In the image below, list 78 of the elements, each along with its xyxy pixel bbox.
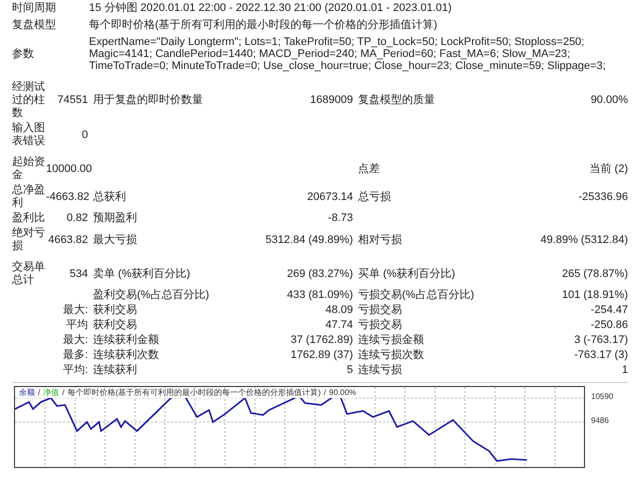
stat-value: 0: [82, 128, 88, 140]
stat-label: 连续获利金额: [93, 334, 159, 346]
field-label: 时间周期: [12, 2, 57, 14]
stat-value: 101 (18.91%): [562, 289, 628, 301]
stat-value: 10000.00: [46, 162, 92, 174]
stat-value: 265 (78.87%): [562, 268, 628, 280]
stat-label: 经测试过的柱数: [12, 81, 45, 119]
stat-value: 最大:: [62, 334, 88, 346]
stat-value: -254.47: [590, 304, 628, 316]
stat-value: 1689009: [310, 94, 353, 106]
field-value: ExpertName="Daily Longterm"; Lots=1; TakeProfit=50; TP_to_Lock=50; LockProfit=50; Stoploss=250; Magic=4141; CandlePeriod=1440; MACD_Period=240; MA_Period=60; Fast_MA=6; Slow_MA=23; TimeToTrade=0; MinuteToTrade=0; Use_close_hour=true; Close_hour=23; Close_minute=59; Slippage=3;: [89, 36, 607, 72]
stat-label: 亏损交易(%占总百分比): [358, 289, 474, 301]
stat-value: 4663.82: [48, 234, 88, 246]
stat-label: 盈利交易(%占总百分比): [93, 289, 210, 301]
stat-value: 534: [70, 268, 88, 280]
stat-value: -763.17 (3): [574, 349, 628, 361]
stat-label: 获利交易: [93, 304, 137, 316]
stat-value: -4663.82: [46, 190, 90, 202]
stat-label: 连续获利次数: [93, 349, 159, 361]
stat-label: 连续亏损金额: [358, 334, 424, 346]
stat-value: 平均: [66, 319, 88, 331]
axis-tick-label: 10590: [591, 392, 614, 402]
stat-value: 3 (-763.17): [574, 334, 628, 346]
stat-value: 1762.89 (37): [290, 349, 353, 361]
stat-value: 0.82: [66, 212, 88, 224]
stat-value: 5312.84 (49.89%): [266, 234, 353, 246]
stat-value: 5: [346, 364, 353, 376]
stat-label: 用于复盘的即时价数量: [93, 94, 203, 106]
stat-label: 买单 (%获利百分比): [358, 268, 456, 280]
stat-value: 90.00%: [590, 94, 628, 106]
stat-label: 卖单 (%获利百分比): [93, 268, 190, 280]
stat-value: 74551: [57, 94, 88, 106]
stat-value: 最多:: [62, 349, 88, 361]
stat-label: 盈利比: [12, 212, 45, 224]
field-value: 15 分钟图 2020.01.01 22:00 - 2022.12.30 21:00 (2020.01.01 - 2023.01.01): [89, 2, 453, 14]
stat-label: 相对亏损: [358, 234, 402, 246]
stat-value: 当前 (2): [590, 162, 628, 174]
stat-value: 49.89% (5312.84): [540, 234, 628, 246]
stat-label: 起始资金: [12, 156, 45, 181]
stat-value: -8.73: [328, 212, 353, 224]
legend-label: 余额: [19, 388, 35, 398]
stat-value: 37 (1762.89): [290, 334, 353, 346]
axis-tick-label: 9486: [591, 416, 610, 426]
legend-label: 净值: [43, 388, 60, 398]
stat-label: 亏损交易: [358, 304, 402, 316]
stat-label: 点差: [358, 162, 380, 174]
stat-value: 269 (83.27%): [286, 268, 353, 280]
stat-value: 最大:: [62, 304, 88, 316]
stat-label: 总净盈利: [12, 184, 45, 209]
quality-value: 90.00%: [329, 388, 356, 398]
field-label: 参数: [12, 48, 35, 60]
stat-label: 最大亏损: [93, 234, 137, 246]
field-value: 每个即时价格(基于所有可利用的最小时段的每一个价格的分形插值计算): [89, 19, 438, 31]
stat-value: 20673.14: [307, 190, 353, 202]
stat-value: -250.86: [590, 319, 628, 331]
stat-label: 输入图表错误: [12, 122, 45, 147]
separator: /: [62, 388, 64, 398]
stat-value: 平均:: [62, 364, 88, 376]
separator: /: [324, 388, 326, 398]
stat-value: -25336.96: [578, 190, 628, 202]
stat-label: 预期盈利: [93, 212, 137, 224]
separator: /: [38, 388, 40, 398]
stat-value: 48.09: [325, 304, 353, 316]
stat-label: 亏损交易: [358, 319, 402, 331]
stat-value: 1: [622, 364, 628, 376]
stat-label: 获利交易: [93, 319, 137, 331]
stat-label: 绝对亏损: [12, 227, 45, 252]
stat-value: 433 (81.09%): [286, 289, 353, 301]
stat-label: 连续亏损次数: [358, 349, 424, 361]
stat-label: 连续获利: [93, 364, 137, 376]
stat-label: 连续亏损: [358, 364, 402, 376]
field-label: 复盘模型: [12, 19, 57, 31]
stat-label: 总获利: [93, 190, 126, 202]
chart-subtitle: 每个即时价格(基于所有可利用的最小时段的每一个价格的分形插值计算): [67, 388, 321, 398]
stat-label: 总亏损: [358, 190, 391, 202]
stat-label: 复盘模型的质量: [358, 94, 435, 106]
stat-value: 47.74: [325, 319, 353, 331]
stat-label: 交易单总计: [12, 261, 45, 286]
